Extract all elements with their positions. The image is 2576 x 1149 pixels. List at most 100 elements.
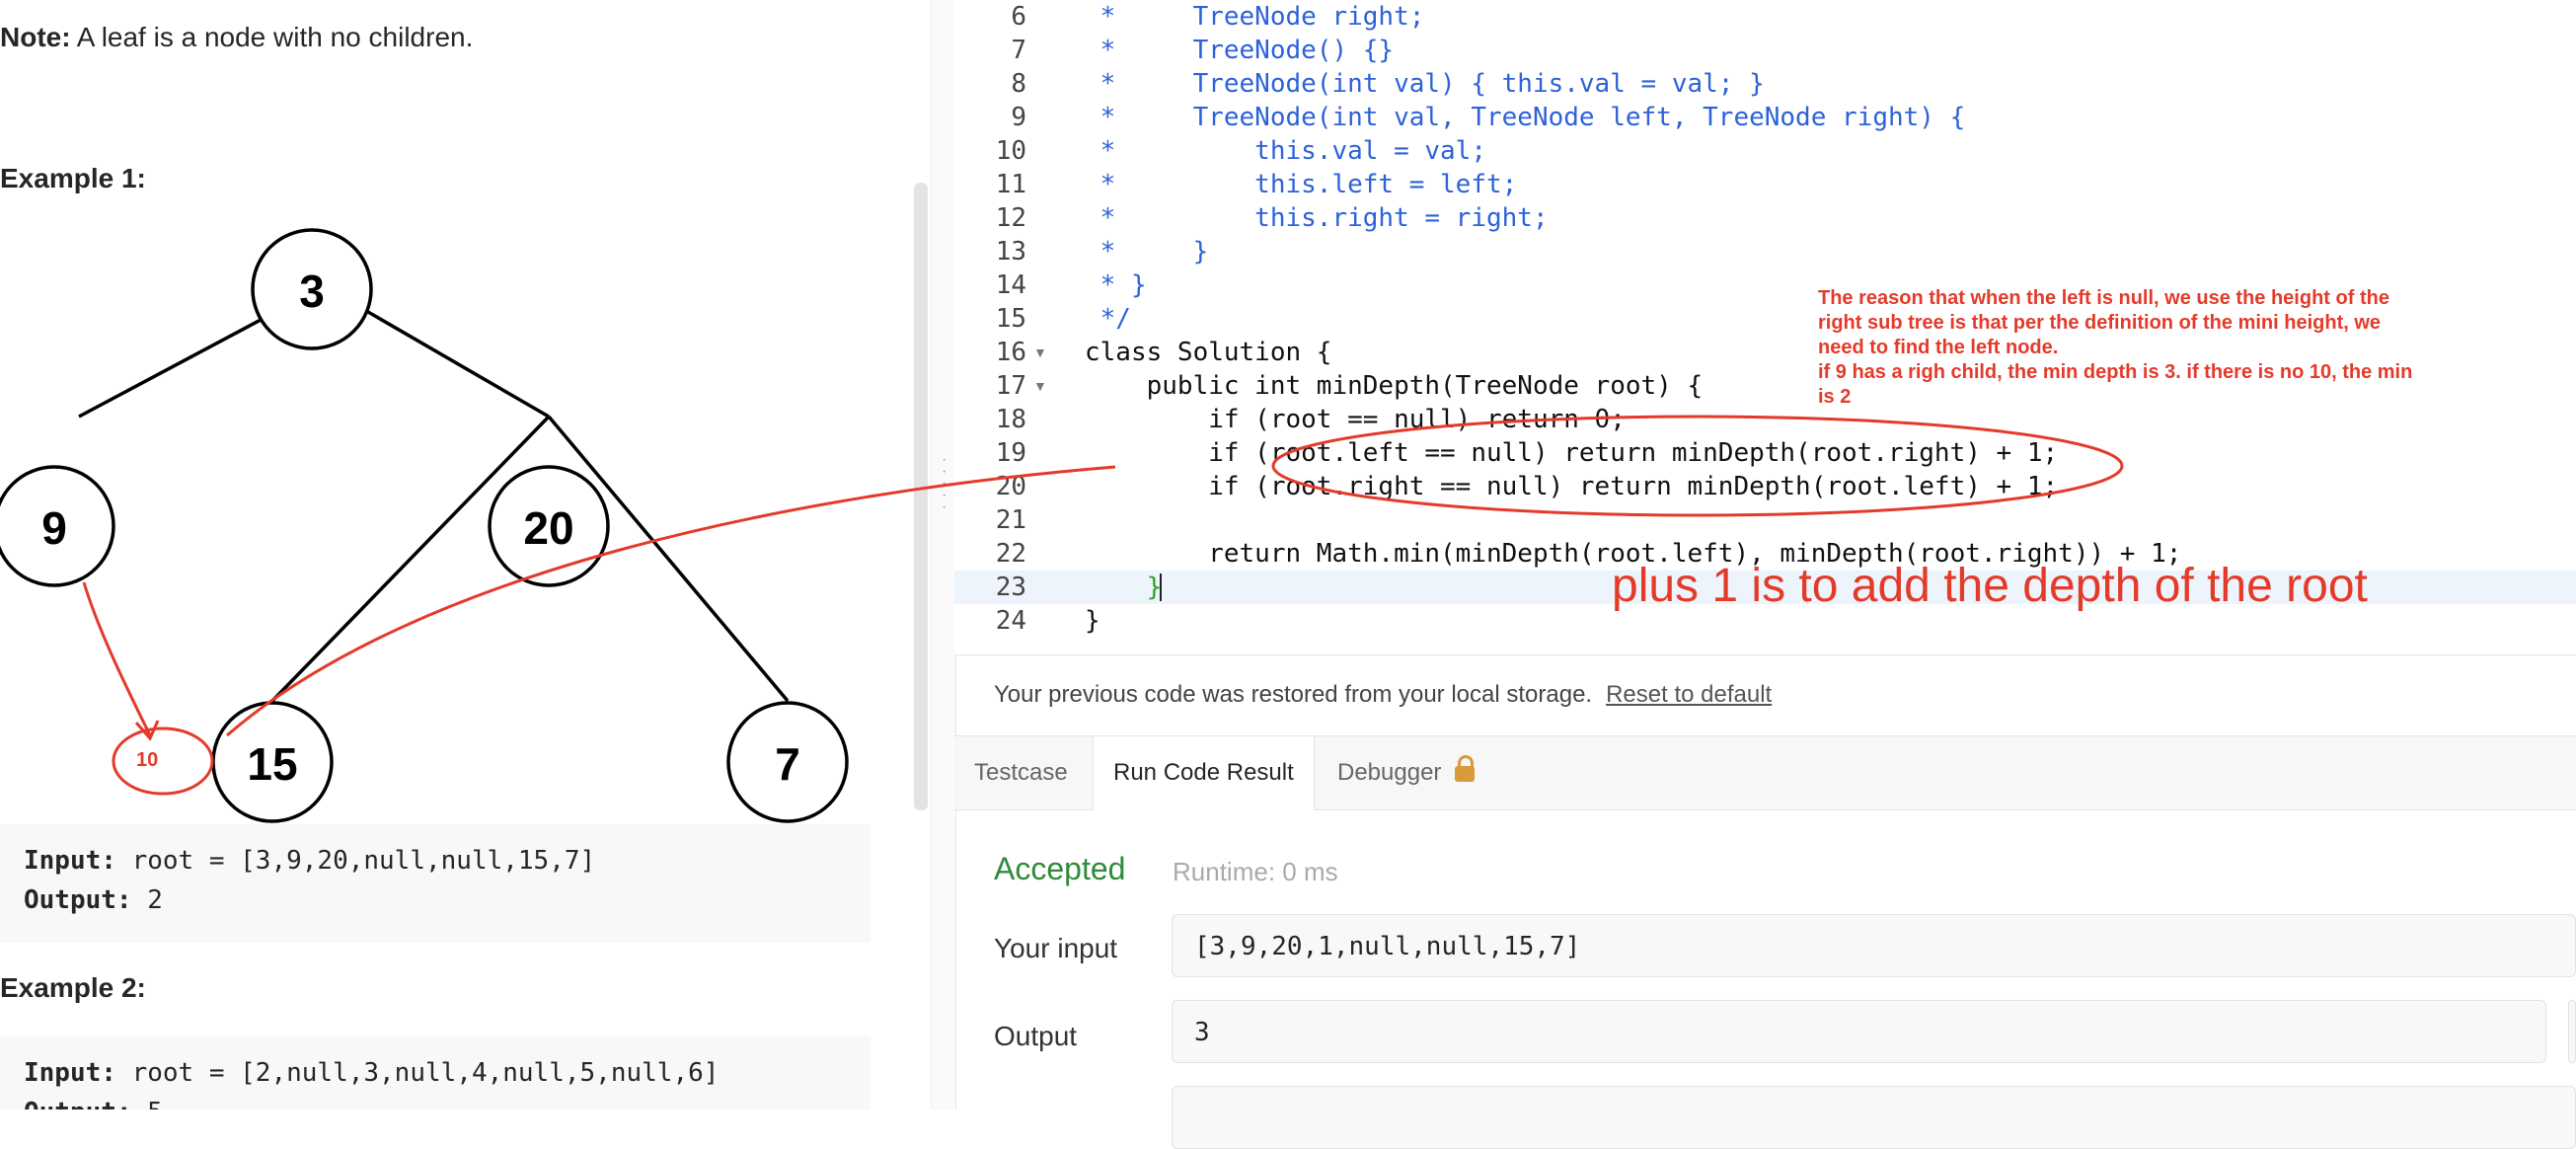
tab-run-code-result[interactable]: Run Code Result (1093, 736, 1315, 810)
editor-divider (954, 654, 2576, 655)
restore-message: Your previous code was restored from you… (994, 681, 1772, 709)
code-text[interactable]: * TreeNode() {} (1085, 34, 1394, 67)
line-number: 6 (1011, 2, 1026, 32)
tab-testcase[interactable]: Testcase (954, 736, 1088, 809)
code-line[interactable]: 21 (954, 503, 2576, 537)
code-text[interactable]: */ (1085, 302, 1131, 336)
code-text[interactable]: * this.right = right; (1085, 201, 1549, 235)
code-text[interactable]: * TreeNode(int val, TreeNode left, TreeN… (1085, 101, 1966, 134)
example-2-input: Input: root = [2,null,3,null,4,null,5,nu… (24, 1058, 720, 1088)
line-number: 15 (995, 304, 1026, 334)
annotation-line: need to find the left node. (1818, 337, 2059, 358)
annotation-note: The reason that when the left is null, w… (1818, 286, 2477, 410)
line-number: 23 (995, 573, 1026, 602)
line-number: 7 (1011, 36, 1026, 65)
code-text[interactable]: * this.val = val; (1085, 134, 1486, 168)
code-text[interactable]: * } (1085, 235, 1209, 268)
line-number: 24 (995, 606, 1026, 636)
code-text[interactable]: if (root.right == null) return minDepth(… (1085, 470, 2058, 503)
tree-node-20: 20 (488, 465, 610, 587)
svg-text:7: 7 (775, 738, 800, 790)
code-line[interactable]: 7 * TreeNode() {} (954, 34, 2576, 67)
svg-text:3: 3 (299, 266, 325, 317)
plus-one-annotation: plus 1 is to add the depth of the root (1612, 560, 2368, 612)
code-line[interactable]: 10 * this.val = val; (954, 134, 2576, 168)
note-text: Note: A leaf is a node with no children. (0, 22, 473, 53)
reset-to-default-link[interactable]: Reset to default (1606, 681, 1772, 708)
line-number: 22 (995, 539, 1026, 569)
svg-text:15: 15 (247, 738, 297, 790)
code-line[interactable]: 19 if (root.left == null) return minDept… (954, 436, 2576, 470)
fold-arrow-icon[interactable]: ▼ (1033, 369, 1047, 403)
note-body: A leaf is a node with no children. (70, 22, 474, 52)
line-number: 12 (995, 203, 1026, 233)
output-value: 3 (1172, 1000, 2546, 1063)
line-number: 14 (995, 270, 1026, 300)
example-2-io: Input: root = [2,null,3,null,4,null,5,nu… (0, 1036, 871, 1110)
code-line[interactable]: 13 * } (954, 235, 2576, 268)
note-label: Note: (0, 22, 71, 52)
diff-toggle-button[interactable] (2568, 1000, 2576, 1063)
tab-debugger[interactable]: Debugger (1318, 736, 1494, 809)
code-text[interactable]: * TreeNode right; (1085, 0, 1425, 34)
code-line[interactable]: 11 * this.left = left; (954, 168, 2576, 201)
text-cursor (1160, 574, 1162, 601)
console-tabs: Testcase Run Code Result Debugger (954, 735, 2576, 810)
code-text[interactable]: class Solution { (1085, 336, 1331, 369)
your-input-label: Your input (994, 933, 1118, 963)
code-text[interactable]: public int minDepth(TreeNode root) { (1085, 369, 1704, 403)
code-text[interactable]: * this.left = left; (1085, 168, 1518, 201)
panel-resize-handle[interactable]: · · · · · (931, 0, 956, 1110)
result-status: Accepted (994, 851, 1126, 886)
example-1-io: Input: root = [3,9,20,null,null,15,7] Ou… (0, 824, 871, 943)
code-line[interactable]: 9 * TreeNode(int val, TreeNode left, Tre… (954, 101, 2576, 134)
added-node-label: 10 (136, 749, 159, 771)
annotation-line: The reason that when the left is null, w… (1818, 287, 2389, 309)
restore-text: Your previous code was restored from you… (994, 681, 1593, 708)
line-number: 17 (995, 371, 1026, 401)
code-line[interactable]: 20 if (root.right == null) return minDep… (954, 470, 2576, 503)
tree-node-9: 9 (0, 465, 115, 587)
example-2-title: Example 2: (0, 972, 146, 1003)
lock-icon (1455, 755, 1476, 782)
code-text[interactable]: * } (1085, 268, 1147, 302)
drag-handle-icon: · · · · · (942, 451, 947, 515)
annotation-line: right sub tree is that per the definitio… (1818, 312, 2382, 334)
line-number: 18 (995, 405, 1026, 434)
annotation-line: is 2 (1818, 386, 1852, 408)
tree-node-3: 3 (251, 228, 373, 350)
code-text[interactable]: } (1085, 604, 1100, 638)
code-line[interactable]: 12 * this.right = right; (954, 201, 2576, 235)
line-number: 10 (995, 136, 1026, 166)
code-text[interactable]: } (1085, 571, 1163, 604)
example-tree-diagram: 3 9 20 15 7 (0, 228, 849, 823)
expected-value-box (1172, 1086, 2576, 1149)
tree-node-15: 15 (211, 701, 334, 823)
svg-text:9: 9 (41, 502, 67, 554)
line-number: 21 (995, 505, 1026, 535)
line-number: 8 (1011, 69, 1026, 99)
line-number: 19 (995, 438, 1026, 468)
runtime-text: Runtime: 0 ms (1173, 857, 1338, 886)
code-text[interactable]: if (root == null) return 0; (1085, 403, 1626, 436)
example-1-output: Output: 2 (24, 885, 163, 915)
line-number: 16 (995, 338, 1026, 367)
annotation-line: if 9 has a righ child, the min depth is … (1818, 361, 2413, 383)
example-1-input: Input: root = [3,9,20,null,null,15,7] (24, 846, 596, 876)
problem-description-panel: Note: A leaf is a node with no children.… (0, 0, 931, 1110)
code-text[interactable]: if (root.left == null) return minDepth(r… (1085, 436, 2058, 470)
tree-node-7: 7 (726, 701, 849, 823)
line-number: 13 (995, 237, 1026, 267)
left-panel-scrollbar[interactable] (914, 183, 928, 810)
code-text[interactable]: * TreeNode(int val) { this.val = val; } (1085, 67, 1765, 101)
svg-text:20: 20 (523, 502, 573, 554)
output-label: Output (994, 1021, 1078, 1051)
code-line[interactable]: 6 * TreeNode right; (954, 0, 2576, 34)
your-input-value: [3,9,20,1,null,null,15,7] (1172, 914, 2576, 977)
code-line[interactable]: 8 * TreeNode(int val) { this.val = val; … (954, 67, 2576, 101)
line-number: 20 (995, 472, 1026, 501)
example-1-title: Example 1: (0, 163, 146, 193)
fold-arrow-icon[interactable]: ▼ (1033, 336, 1047, 369)
tab-debugger-label: Debugger (1337, 759, 1442, 786)
example-2-output: Output: 5 (24, 1098, 163, 1110)
